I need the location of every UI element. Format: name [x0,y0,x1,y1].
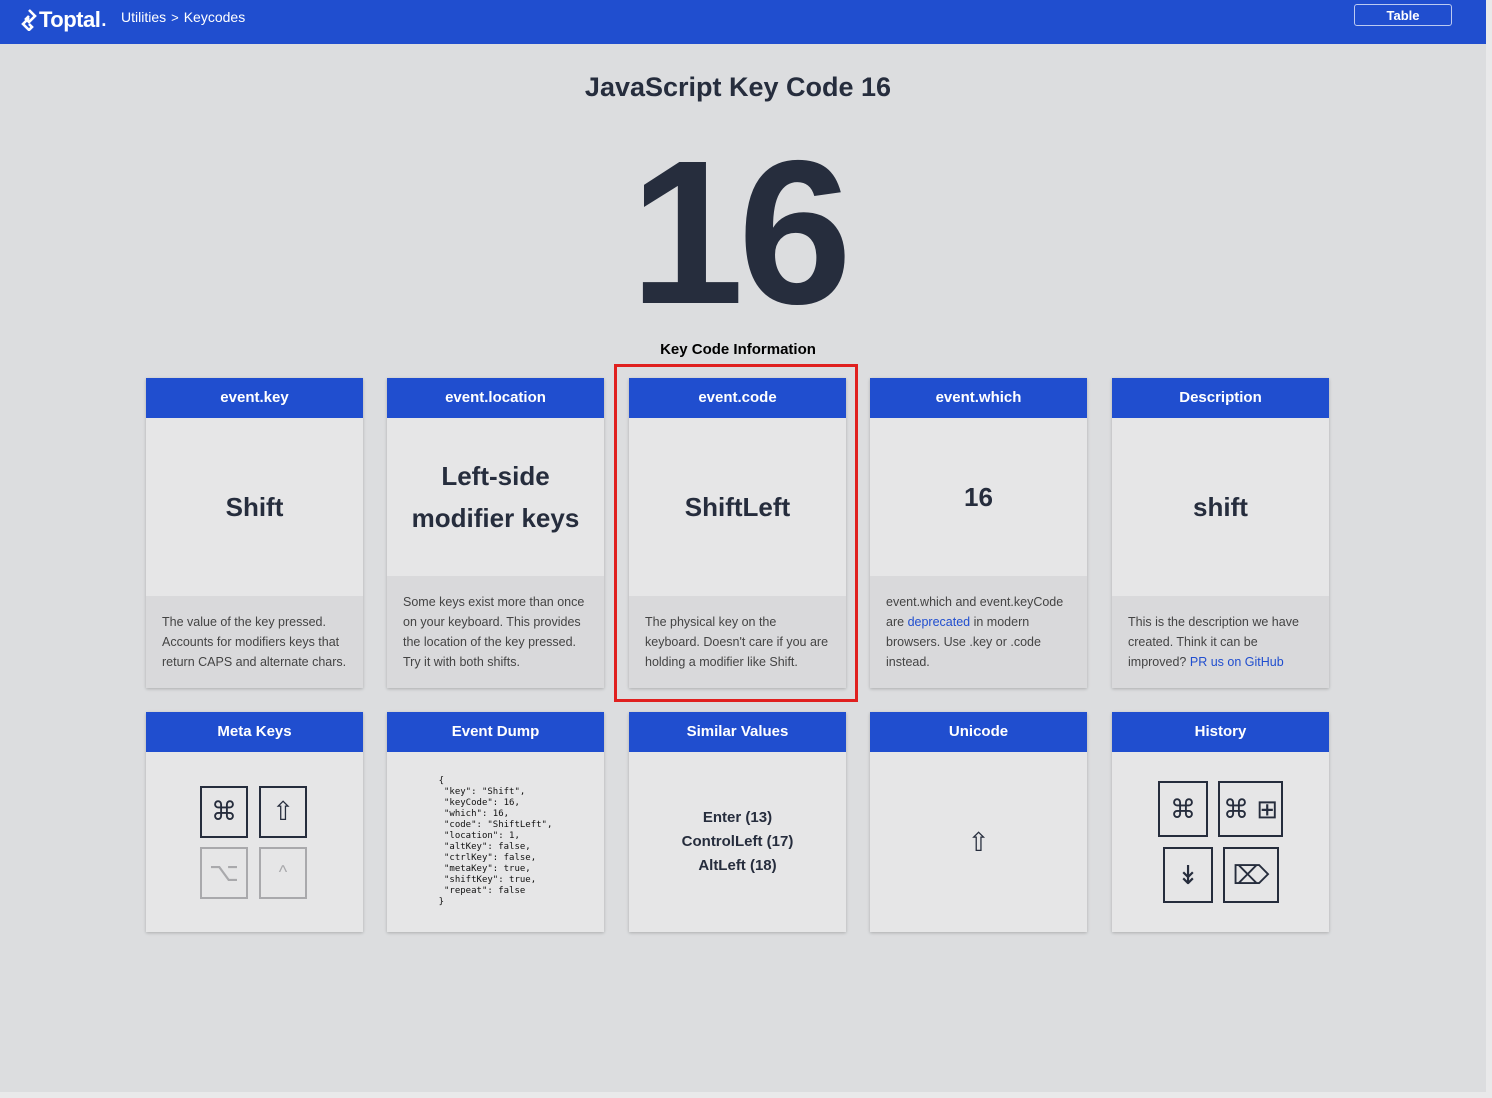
delete-icon: ⌦ [1223,847,1279,903]
top-navigation-bar: Toptal . Utilities > Keycodes Table [0,0,1486,44]
meta-keys-card: Meta Keys ⌘ ⇧ ⌥ ^ [146,712,363,932]
similar-value-altleft[interactable]: AltLeft (18) [682,854,794,878]
card-header: Description [1112,378,1329,418]
card-header: Event Dump [387,712,604,752]
card-header: History [1112,712,1329,752]
card-description: The value of the key pressed. Accounts f… [146,596,363,688]
card-header: Similar Values [629,712,846,752]
unicode-card: Unicode ⇧ [870,712,1087,932]
event-location-value: Left-side modifier keys [411,461,580,533]
breadcrumb: Utilities > Keycodes [121,9,245,25]
event-location-card: event.location Left-side modifier keys S… [387,378,604,688]
event-key-value: Shift [225,492,284,522]
meta-keys-grid: ⌘ ⇧ ⌥ ^ [200,785,309,899]
card-value-area: Left-side modifier keys [387,418,604,576]
event-dump-card: Event Dump { "key": "Shift", "keyCode": … [387,712,604,932]
similar-values-card: Similar Values Enter (13) ControlLeft (1… [629,712,846,932]
event-dump-area: { "key": "Shift", "keyCode": 16, "which"… [387,752,604,932]
event-which-value: 16 [964,482,993,512]
card-header: event.location [387,378,604,418]
meta-keys-area: ⌘ ⇧ ⌥ ^ [146,752,363,932]
horizontal-scrollbar [0,1092,1486,1098]
event-code-card: event.code ShiftLeft The physical key on… [629,378,846,688]
description-value: shift [1193,492,1248,522]
page-title: JavaScript Key Code 16 [584,72,892,102]
card-value-area: Shift [146,418,363,596]
similar-values-list: Enter (13) ControlLeft (17) AltLeft (18) [682,806,794,878]
card-description: Some keys exist more than once on your k… [387,576,604,688]
key-code-information-label: Key Code Information [660,341,816,358]
command-windows-icon: ⌘ ⊞ [1218,781,1283,837]
card-header: event.which [870,378,1087,418]
breadcrumb-utilities[interactable]: Utilities [121,9,166,25]
vertical-scrollbar[interactable] [1486,0,1492,1098]
card-value-area: shift [1112,418,1329,596]
event-which-card: event.which 16 event.which and event.key… [870,378,1087,688]
event-dump-json: { "key": "Shift", "keyCode": 16, "which"… [438,776,553,907]
similar-value-enter[interactable]: Enter (13) [682,806,794,830]
card-header: Meta Keys [146,712,363,752]
card-header: event.key [146,378,363,418]
command-icon: ⌘ [1158,781,1208,837]
breadcrumb-separator: > [171,9,179,25]
key-code-number: 16 [629,118,852,347]
toptal-logo[interactable]: Toptal . [20,6,106,34]
card-value-area: 16 [870,418,1087,576]
down-arrow-icon: ↡ [1163,847,1213,903]
card-value-area: ShiftLeft [629,418,846,596]
command-icon: ⌘ [200,785,248,838]
card-header: Unicode [870,712,1087,752]
card-header: event.code [629,378,846,418]
deprecated-link[interactable]: deprecated [908,615,971,629]
history-card: History ⌘ ⌘ ⊞ ↡ ⌦ [1112,712,1329,932]
toptal-logo-icon [21,9,37,31]
similar-value-controlleft[interactable]: ControlLeft (17) [682,830,794,854]
card-description: event.which and event.keyCode are deprec… [870,576,1087,688]
card-description: This is the description we have created.… [1112,596,1329,688]
table-button[interactable]: Table [1354,4,1452,26]
description-card: Description shift This is the descriptio… [1112,378,1329,688]
event-key-card: event.key Shift The value of the key pre… [146,378,363,688]
shift-icon: ⇧ [259,785,307,838]
logo-text: Toptal [39,7,101,32]
similar-values-area: Enter (13) ControlLeft (17) AltLeft (18) [629,752,846,932]
option-icon: ⌥ [200,846,248,899]
history-area: ⌘ ⌘ ⊞ ↡ ⌦ [1112,752,1329,932]
card-description: The physical key on the keyboard. Doesn'… [629,596,846,688]
control-icon: ^ [259,846,307,899]
breadcrumb-keycodes[interactable]: Keycodes [184,9,245,25]
unicode-area: ⇧ [870,752,1087,932]
logo-dot: . [101,9,107,30]
event-code-value: ShiftLeft [684,492,791,522]
shift-unicode-icon: ⇧ [967,826,990,857]
github-pr-link[interactable]: PR us on GitHub [1190,655,1284,669]
